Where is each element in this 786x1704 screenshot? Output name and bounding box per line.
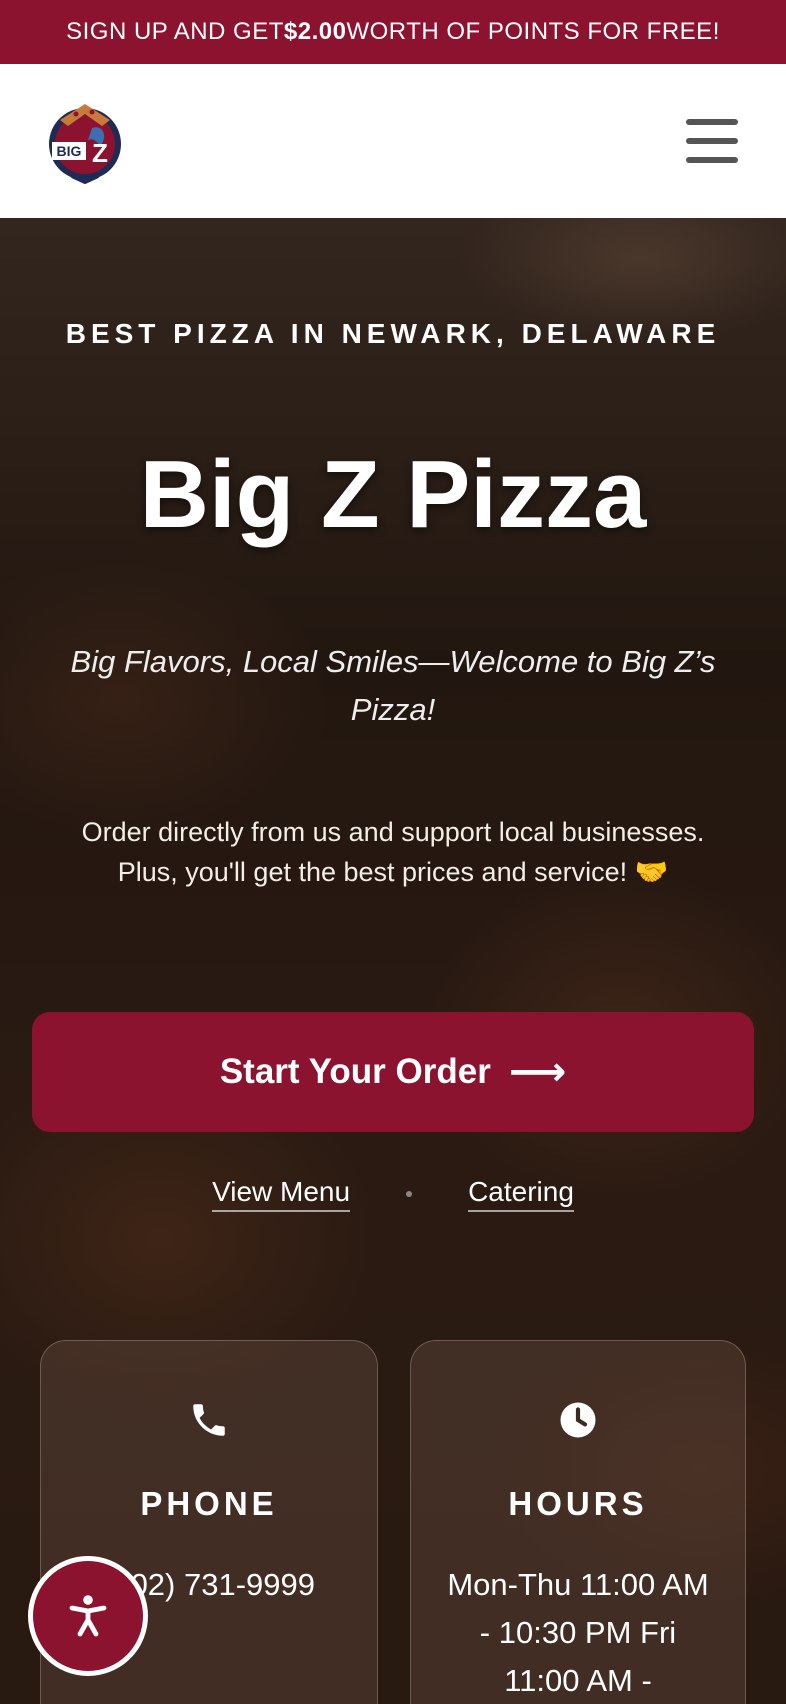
start-order-button[interactable]: Start Your Order ⟶ <box>32 1012 754 1132</box>
big-z-logo[interactable]: BIG Z <box>42 98 128 184</box>
separator-dot <box>406 1191 413 1197</box>
hero-links: View Menu Catering <box>0 1176 786 1212</box>
promo-suffix: WORTH OF POINTS FOR FREE! <box>346 18 720 45</box>
catering-link[interactable]: Catering <box>468 1176 574 1212</box>
hours-value: Mon-Thu 11:00 AM - 10:30 PM Fri 11:00 AM… <box>447 1567 709 1698</box>
view-menu-link[interactable]: View Menu <box>212 1176 351 1212</box>
hamburger-line <box>686 157 738 163</box>
hero-title: Big Z Pizza <box>139 441 647 548</box>
hamburger-line <box>686 119 738 125</box>
svg-text:BIG: BIG <box>57 143 82 159</box>
hours-card: HOURS Mon-Thu 11:00 AM - 10:30 PM Fri 11… <box>410 1340 746 1704</box>
phone-label: PHONE <box>140 1485 278 1522</box>
hours-label: HOURS <box>508 1485 648 1522</box>
clock-icon <box>560 1402 596 1438</box>
hero-tagline: BEST PIZZA IN NEWARK, DELAWARE <box>65 318 721 349</box>
arrow-right-icon: ⟶ <box>508 1050 567 1094</box>
hero-subtitle: Big Flavors, Local Smiles—Welcome to Big… <box>70 644 716 727</box>
accessibility-icon <box>69 1595 107 1637</box>
start-order-label: Start Your Order <box>219 1052 491 1091</box>
promo-amount: $2.00 <box>283 18 347 45</box>
hero-section: BEST PIZZA IN NEWARK, DELAWARE Big Z Piz… <box>0 218 786 1704</box>
promo-prefix: SIGN UP AND GET <box>66 18 284 45</box>
hamburger-line <box>686 138 738 144</box>
accessibility-button[interactable] <box>28 1556 148 1676</box>
phone-icon <box>193 1404 225 1436</box>
promo-banner[interactable]: SIGN UP AND GET $2.00 WORTH OF POINTS FO… <box>0 0 786 64</box>
svg-text:Z: Z <box>92 138 108 168</box>
site-header: BIG Z <box>0 64 786 218</box>
hero-description: Order directly from us and support local… <box>81 817 705 887</box>
hamburger-menu-icon[interactable] <box>686 119 738 163</box>
